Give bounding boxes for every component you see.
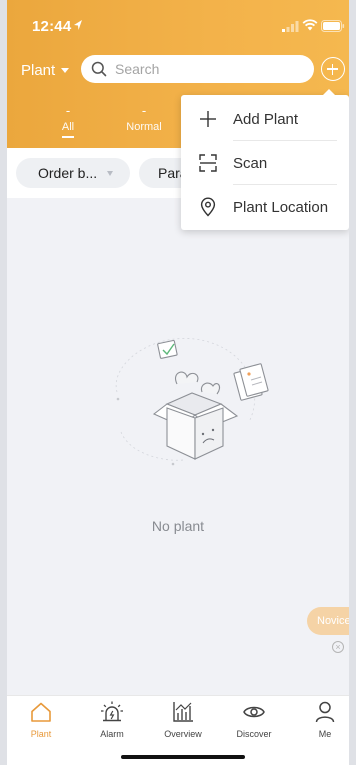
menu-item-label: Add Plant [233, 110, 299, 128]
empty-box-illustration [115, 338, 269, 466]
tab-label: Alarm [100, 729, 124, 739]
plant-selector-label: Plant [21, 61, 56, 79]
tab-me[interactable]: Me [291, 700, 349, 739]
novice-guide-button[interactable]: Novice [307, 607, 349, 635]
search-icon [91, 61, 107, 77]
person-icon [315, 701, 335, 723]
eye-icon [243, 706, 265, 718]
tab-label: Me [318, 729, 332, 739]
search-box[interactable] [81, 55, 314, 83]
tab-plant[interactable]: Plant [7, 700, 75, 739]
search-input[interactable] [115, 61, 295, 77]
add-dropdown-menu: Add Plant Scan Plant Location [181, 89, 349, 230]
stat-all-value: - [65, 103, 71, 118]
status-time: 12:44 [32, 18, 72, 35]
caret-down-icon [61, 67, 70, 73]
chart-icon [173, 702, 193, 722]
battery-icon [321, 20, 345, 32]
location-arrow-icon [74, 20, 82, 30]
novice-close-icon[interactable]: × [332, 641, 344, 653]
menu-item-label: Plant Location [233, 198, 329, 216]
signal-icon [282, 21, 299, 32]
tab-alarm[interactable]: Alarm [78, 700, 146, 739]
active-tab-underline [62, 136, 74, 138]
wifi-icon [302, 19, 318, 31]
app-screen: 12:44 Plant Search - All - Normal Order … [7, 0, 349, 765]
add-menu-button[interactable] [321, 57, 345, 81]
menu-item-label: Scan [233, 154, 268, 172]
alarm-light-icon [101, 701, 123, 722]
status-bar: 12:44 [7, 0, 349, 44]
order-by-label: Order b... [38, 165, 98, 181]
stat-normal-label: Normal [126, 121, 162, 133]
plant-type-selector[interactable]: Plant [21, 60, 70, 80]
menu-item-scan[interactable]: Scan [181, 141, 349, 185]
empty-state-text: No plant [151, 518, 205, 534]
plus-icon [200, 111, 216, 127]
menu-item-plant-location[interactable]: Plant Location [181, 185, 349, 229]
tab-discover[interactable]: Discover [220, 700, 288, 739]
scan-icon [199, 154, 217, 172]
home-indicator [121, 755, 245, 759]
novice-label: Novice [317, 615, 349, 627]
menu-item-add-plant[interactable]: Add Plant [181, 97, 349, 141]
stat-all-label: All [61, 121, 75, 133]
stat-normal-value: - [141, 103, 147, 118]
tab-overview[interactable]: Overview [149, 700, 217, 739]
tab-label: Overview [164, 729, 202, 739]
stat-normal[interactable]: - Normal [104, 103, 184, 134]
caret-down-icon [107, 170, 114, 176]
home-icon [31, 702, 51, 722]
tab-label: Discover [236, 729, 272, 739]
stat-all[interactable]: - All [28, 104, 108, 138]
order-by-dropdown[interactable]: Order b... [16, 158, 130, 188]
tab-label: Plant [30, 729, 52, 739]
location-pin-icon [200, 197, 216, 217]
